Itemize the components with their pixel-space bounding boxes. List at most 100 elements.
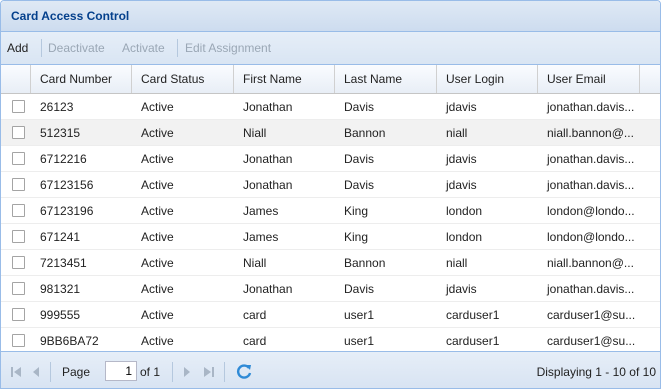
checkbox-column-header [1, 65, 31, 93]
card-number-cell: 999555 [40, 308, 81, 322]
user-email-cell: niall.bannon@... [547, 126, 634, 140]
page-label: Page [62, 365, 91, 379]
pager-separator [172, 362, 173, 382]
first-name-cell: Niall [243, 256, 267, 270]
last-name-cell: Davis [344, 178, 375, 192]
card-number-cell: 67123156 [40, 178, 94, 192]
prev-page-icon[interactable] [31, 366, 41, 381]
first-name-cell: card [243, 308, 267, 322]
row-checkbox[interactable] [12, 100, 25, 113]
table-row[interactable]: 7213451 Active Niall Bannon niall niall.banno… [1, 250, 660, 276]
user-email-cell: jonathan.davis... [547, 100, 635, 114]
column-header-user-login[interactable]: User Login [437, 65, 538, 93]
card-status-cell: Active [141, 204, 174, 218]
first-name-cell: Jonathan [243, 152, 293, 166]
page-number-input[interactable] [105, 361, 137, 381]
column-header-user-email[interactable]: User Email [538, 65, 640, 93]
first-page-icon[interactable] [10, 366, 22, 381]
card-number-cell: 671241 [40, 230, 81, 244]
user-login-cell: jdavis [446, 152, 477, 166]
last-name-cell: King [344, 230, 369, 244]
card-status-cell: Active [141, 308, 174, 322]
card-number-cell: 512315 [40, 126, 81, 140]
last-name-cell: Davis [344, 152, 375, 166]
user-email-cell: jonathan.davis... [547, 152, 635, 166]
user-login-cell: niall [446, 126, 468, 140]
user-login-cell: london [446, 204, 483, 218]
card-status-cell: Active [141, 100, 174, 114]
column-header-card-number[interactable]: Card Number [31, 65, 132, 93]
table-row[interactable]: 26123 Active Jonathan Davis jdavis jonathan.d… [1, 94, 660, 120]
table-row[interactable]: 981321 Active Jonathan Davis jdavis jonathan.… [1, 276, 660, 302]
first-name-cell: James [243, 230, 279, 244]
first-name-cell: Jonathan [243, 178, 293, 192]
row-checkbox[interactable] [12, 230, 25, 243]
refresh-icon[interactable] [235, 362, 253, 380]
card-number-cell: 26123 [40, 100, 74, 114]
card-number-cell: 6712216 [40, 152, 87, 166]
card-access-panel: Card Access Control Add Deactivate Activ… [0, 0, 661, 389]
user-email-cell: jonathan.davis... [547, 178, 635, 192]
toolbar-separator [41, 39, 42, 57]
pager-separator [224, 362, 225, 382]
card-status-cell: Active [141, 282, 174, 296]
user-login-cell: london [446, 230, 483, 244]
toolbar: Add Deactivate Activate Edit Assignment [1, 32, 660, 65]
user-login-cell: carduser1 [446, 308, 500, 322]
last-name-cell: user1 [344, 308, 375, 322]
column-header-card-status[interactable]: Card Status [132, 65, 234, 93]
user-email-cell: london@londo... [547, 204, 635, 218]
row-checkbox[interactable] [12, 256, 25, 269]
row-checkbox[interactable] [12, 282, 25, 295]
card-status-cell: Active [141, 256, 174, 270]
last-name-cell: Davis [344, 282, 375, 296]
table-row[interactable]: 671241 Active James King london london@londo.… [1, 224, 660, 250]
add-button[interactable]: Add [7, 41, 28, 55]
card-number-cell: 67123196 [40, 204, 94, 218]
row-checkbox[interactable] [12, 204, 25, 217]
user-login-cell: jdavis [446, 178, 477, 192]
table-row[interactable]: 67123196 Active James King london london@lond… [1, 198, 660, 224]
last-name-cell: Davis [344, 100, 375, 114]
card-status-cell: Active [141, 126, 174, 140]
deactivate-button[interactable]: Deactivate [48, 41, 105, 55]
next-page-icon[interactable] [182, 366, 192, 381]
user-email-cell: niall.bannon@... [547, 256, 634, 270]
first-name-cell: Niall [243, 126, 267, 140]
card-status-cell: Active [141, 230, 174, 244]
column-header-first-name[interactable]: First Name [234, 65, 335, 93]
row-checkbox[interactable] [12, 152, 25, 165]
table-row[interactable]: 6712216 Active Jonathan Davis jdavis jonathan… [1, 146, 660, 172]
row-checkbox[interactable] [12, 308, 25, 321]
card-number-cell: 981321 [40, 282, 81, 296]
toolbar-separator [177, 39, 178, 57]
first-name-cell: Jonathan [243, 100, 293, 114]
row-checkbox[interactable] [12, 126, 25, 139]
table-row[interactable]: 999555 Active card user1 carduser1 carduser1@… [1, 302, 660, 328]
edit-assignment-button[interactable]: Edit Assignment [185, 41, 271, 55]
last-name-cell: King [344, 204, 369, 218]
last-page-icon[interactable] [203, 366, 215, 381]
user-email-cell: jonathan.davis... [547, 282, 635, 296]
user-login-cell: jdavis [446, 282, 477, 296]
paging-status: Displaying 1 - 10 of 10 [536, 365, 656, 379]
activate-button[interactable]: Activate [122, 41, 165, 55]
panel-title: Card Access Control [11, 9, 130, 23]
row-checkbox[interactable] [12, 334, 25, 347]
grid-body: 26123 Active Jonathan Davis jdavis jonathan.d… [1, 94, 660, 354]
last-name-cell: Bannon [344, 126, 386, 140]
grid-header: Card Number Card Status First Name Last … [1, 65, 660, 94]
first-name-cell: James [243, 204, 279, 218]
user-email-cell: london@londo... [547, 230, 635, 244]
column-header-last-name[interactable]: Last Name [335, 65, 437, 93]
table-row[interactable]: 512315 Active Niall Bannon niall niall.bannon… [1, 120, 660, 146]
table-row[interactable]: 67123156 Active Jonathan Davis jdavis jonatha… [1, 172, 660, 198]
row-checkbox[interactable] [12, 178, 25, 191]
first-name-cell: Jonathan [243, 282, 293, 296]
card-status-cell: Active [141, 152, 174, 166]
user-login-cell: niall [446, 256, 468, 270]
page-count-label: of 1 [140, 365, 161, 379]
card-number-cell: 7213451 [40, 256, 87, 270]
pager-separator [50, 362, 51, 382]
user-login-cell: jdavis [446, 100, 477, 114]
